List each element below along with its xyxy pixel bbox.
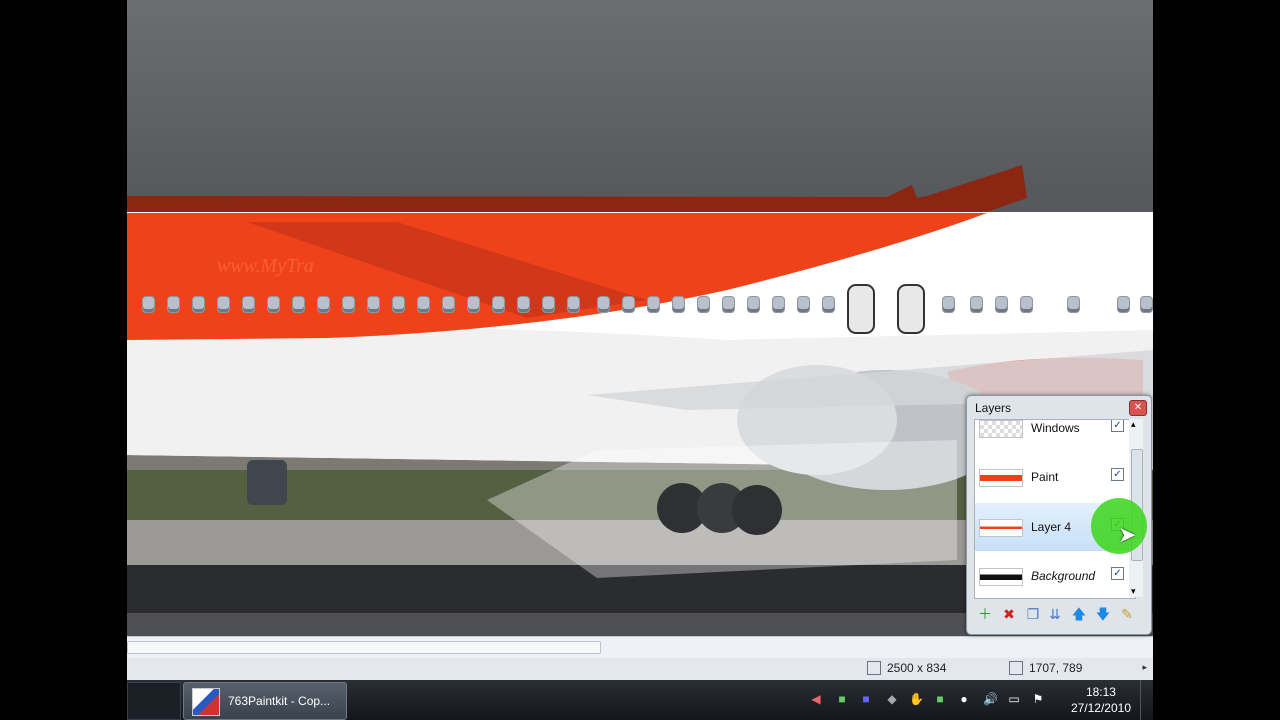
layer-name: Paint — [1031, 470, 1059, 484]
tray-app-icon[interactable]: ■ — [859, 692, 873, 706]
status-bar: 2500 x 834 1707, 789 ▸ — [127, 658, 1153, 680]
system-tray: ◀ ■ ■ ◆ ✋ ■ ● 🔊 ▭ ⚑ 18:13 27/12/2010 — [807, 680, 1153, 720]
tray-app-icon[interactable]: ■ — [933, 692, 947, 706]
layer-thumbnail — [979, 420, 1023, 438]
tray-app-icon[interactable]: ● — [957, 692, 971, 706]
cursor-position-text: 1707, 789 — [1029, 661, 1083, 675]
clock[interactable]: 18:13 27/12/2010 — [1071, 684, 1131, 716]
cursor-position-icon — [1009, 661, 1023, 675]
image-size-text: 2500 x 834 — [887, 661, 947, 675]
volume-icon[interactable]: 🔊 — [983, 692, 998, 706]
layer-visibility-checkbox[interactable]: ✓ — [1111, 468, 1124, 481]
duplicate-layer-icon[interactable]: ❐ — [1025, 606, 1041, 622]
layer-name: Layer 4 — [1031, 520, 1072, 534]
layer-visibility-checkbox[interactable]: ✓ — [1111, 420, 1124, 432]
close-button[interactable]: ✕ — [1129, 400, 1147, 416]
network-icon[interactable]: ▭ — [1007, 692, 1021, 706]
resize-icon — [867, 661, 881, 675]
mouse-pointer-icon: ➤ — [1118, 522, 1137, 547]
cursor-position-indicator: 1707, 789 — [1009, 661, 1082, 675]
add-layer-icon[interactable]: ＋ — [977, 606, 993, 622]
clock-date: 27/12/2010 — [1070, 701, 1131, 715]
taskbar: 763Paintkit - Cop... ◀ ■ ■ ◆ ✋ ■ ● 🔊 ▭ ⚑… — [127, 680, 1153, 720]
layer-visibility-checkbox[interactable]: ✓ — [1111, 567, 1124, 580]
layer-item-paint[interactable]: Paint ✓ — [975, 453, 1135, 501]
scroll-right-arrow-icon[interactable]: ▸ — [1142, 662, 1147, 673]
scroll-down-arrow-icon[interactable]: ▾ — [1131, 586, 1136, 597]
image-size-indicator: 2500 x 834 — [867, 661, 946, 675]
show-hidden-icons-icon[interactable]: ◀ — [809, 692, 823, 706]
layer-name: Windows — [1031, 421, 1080, 435]
layer-thumbnail — [979, 469, 1023, 487]
scroll-up-arrow-icon[interactable]: ▴ — [1131, 419, 1136, 430]
cabin-door — [897, 284, 925, 334]
layer-name: Background — [1031, 569, 1096, 583]
horizontal-scrollbar-thumb[interactable] — [127, 641, 601, 654]
layers-window-title: Layers — [975, 401, 1012, 415]
move-layer-down-icon[interactable]: 🡇 — [1095, 606, 1111, 622]
layer-item-background[interactable]: Background ✓ — [975, 552, 1135, 598]
delete-layer-icon[interactable]: ✖ — [1001, 606, 1017, 622]
horizontal-scroll-area — [127, 636, 1153, 659]
paint-app-icon — [192, 688, 220, 716]
layer-properties-icon[interactable]: ✎ — [1119, 606, 1135, 622]
website-watermark-text: www.MyTra — [217, 255, 314, 277]
tray-app-icon[interactable]: ◆ — [885, 692, 899, 706]
tray-app-icon[interactable]: ✋ — [909, 692, 924, 706]
layer-item-windows[interactable]: Windows ✓ — [975, 420, 1135, 452]
layer-thumbnail — [979, 519, 1023, 537]
start-button[interactable] — [127, 682, 181, 720]
layer-thumbnail — [979, 568, 1023, 586]
merge-layer-down-icon[interactable]: ⇊ — [1047, 606, 1063, 622]
clock-time: 18:13 — [1085, 685, 1116, 699]
taskbar-item-paintkit[interactable]: 763Paintkit - Cop... — [183, 682, 347, 720]
cabin-door — [847, 284, 875, 334]
tray-app-icon[interactable]: ■ — [835, 692, 849, 706]
cabin-windows-row — [127, 284, 1153, 334]
action-center-flag-icon[interactable]: ⚑ — [1031, 692, 1045, 706]
move-layer-up-icon[interactable]: 🡅 — [1071, 606, 1087, 622]
taskbar-item-label: 763Paintkit - Cop... — [228, 694, 331, 708]
show-desktop-button[interactable] — [1140, 680, 1153, 720]
